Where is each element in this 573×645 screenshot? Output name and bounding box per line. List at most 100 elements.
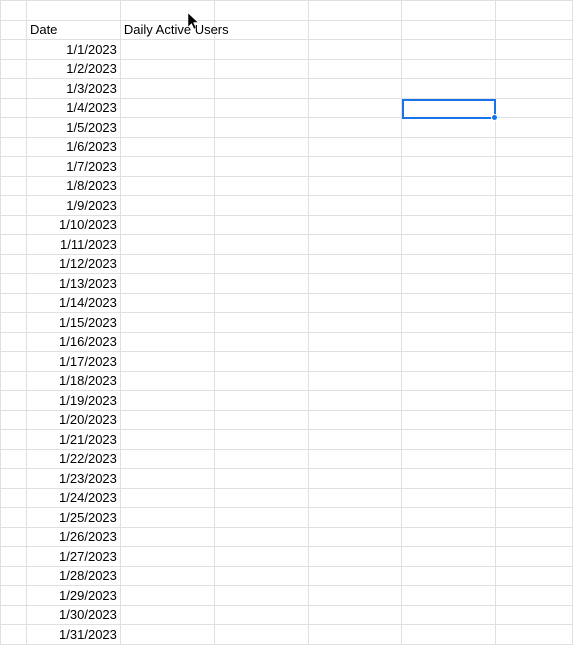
- cell[interactable]: [1, 391, 27, 411]
- cell[interactable]: [496, 137, 573, 157]
- cell[interactable]: [308, 508, 402, 528]
- cell[interactable]: [496, 508, 573, 528]
- cell[interactable]: [496, 293, 573, 313]
- cell[interactable]: [1, 625, 27, 645]
- cell[interactable]: [214, 157, 308, 177]
- cell[interactable]: [402, 410, 496, 430]
- date-cell[interactable]: 1/23/2023: [26, 469, 120, 489]
- cell[interactable]: [1, 313, 27, 333]
- cell[interactable]: [120, 332, 214, 352]
- cell[interactable]: [402, 391, 496, 411]
- header-daily-active-users[interactable]: Daily Active Users: [120, 20, 214, 40]
- cell[interactable]: [496, 20, 573, 40]
- cell[interactable]: [308, 157, 402, 177]
- cell[interactable]: [214, 469, 308, 489]
- date-cell[interactable]: 1/29/2023: [26, 586, 120, 606]
- cell[interactable]: [308, 352, 402, 372]
- cell[interactable]: [308, 40, 402, 60]
- cell[interactable]: [496, 157, 573, 177]
- cell[interactable]: [214, 566, 308, 586]
- cell[interactable]: [496, 118, 573, 138]
- cell[interactable]: [120, 40, 214, 60]
- cell[interactable]: [402, 254, 496, 274]
- cell[interactable]: [402, 449, 496, 469]
- cell[interactable]: [402, 20, 496, 40]
- cell[interactable]: [402, 40, 496, 60]
- cell[interactable]: [308, 586, 402, 606]
- cell[interactable]: [402, 176, 496, 196]
- cell[interactable]: [120, 625, 214, 645]
- cell[interactable]: [402, 118, 496, 138]
- cell[interactable]: [1, 274, 27, 294]
- cell[interactable]: [214, 254, 308, 274]
- cell[interactable]: [1, 215, 27, 235]
- cell[interactable]: [496, 332, 573, 352]
- cell[interactable]: [214, 293, 308, 313]
- cell[interactable]: [120, 235, 214, 255]
- cell[interactable]: [308, 625, 402, 645]
- cell[interactable]: [214, 118, 308, 138]
- cell[interactable]: [120, 469, 214, 489]
- cell[interactable]: [402, 469, 496, 489]
- cell[interactable]: [308, 274, 402, 294]
- date-cell[interactable]: 1/30/2023: [26, 605, 120, 625]
- cell[interactable]: [496, 352, 573, 372]
- cell[interactable]: [496, 40, 573, 60]
- cell[interactable]: [214, 176, 308, 196]
- cell[interactable]: [1, 469, 27, 489]
- cell[interactable]: [1, 430, 27, 450]
- cell[interactable]: [214, 79, 308, 99]
- cell[interactable]: [120, 547, 214, 567]
- cell[interactable]: [402, 625, 496, 645]
- cell[interactable]: [308, 371, 402, 391]
- cell[interactable]: [214, 235, 308, 255]
- date-cell[interactable]: 1/10/2023: [26, 215, 120, 235]
- cell[interactable]: [214, 625, 308, 645]
- date-cell[interactable]: 1/3/2023: [26, 79, 120, 99]
- cell[interactable]: [308, 20, 402, 40]
- cell[interactable]: [308, 449, 402, 469]
- date-cell[interactable]: 1/28/2023: [26, 566, 120, 586]
- date-cell[interactable]: 1/13/2023: [26, 274, 120, 294]
- date-cell[interactable]: 1/11/2023: [26, 235, 120, 255]
- cell[interactable]: [496, 547, 573, 567]
- cell[interactable]: [308, 469, 402, 489]
- cell[interactable]: [26, 1, 120, 21]
- cell[interactable]: [308, 137, 402, 157]
- cell[interactable]: [402, 488, 496, 508]
- cell[interactable]: [120, 196, 214, 216]
- cell[interactable]: [402, 196, 496, 216]
- cell[interactable]: [214, 40, 308, 60]
- cell[interactable]: [308, 176, 402, 196]
- date-cell[interactable]: 1/6/2023: [26, 137, 120, 157]
- cell[interactable]: [402, 605, 496, 625]
- cell[interactable]: [402, 157, 496, 177]
- cell[interactable]: [496, 79, 573, 99]
- cell[interactable]: [496, 371, 573, 391]
- cell[interactable]: [308, 196, 402, 216]
- cell[interactable]: [1, 40, 27, 60]
- cell[interactable]: [120, 430, 214, 450]
- cell[interactable]: [214, 137, 308, 157]
- date-cell[interactable]: 1/22/2023: [26, 449, 120, 469]
- cell[interactable]: [1, 118, 27, 138]
- cell[interactable]: [1, 196, 27, 216]
- cell[interactable]: [1, 79, 27, 99]
- cell[interactable]: [120, 527, 214, 547]
- cell[interactable]: [120, 566, 214, 586]
- cell[interactable]: [214, 488, 308, 508]
- cell[interactable]: [496, 586, 573, 606]
- cell[interactable]: [1, 488, 27, 508]
- cell[interactable]: [1, 59, 27, 79]
- date-cell[interactable]: 1/17/2023: [26, 352, 120, 372]
- cell[interactable]: [1, 20, 27, 40]
- cell[interactable]: [120, 488, 214, 508]
- date-cell[interactable]: 1/12/2023: [26, 254, 120, 274]
- date-cell[interactable]: 1/25/2023: [26, 508, 120, 528]
- cell[interactable]: [496, 605, 573, 625]
- date-cell[interactable]: 1/1/2023: [26, 40, 120, 60]
- date-cell[interactable]: 1/7/2023: [26, 157, 120, 177]
- cell[interactable]: [214, 352, 308, 372]
- cell[interactable]: [120, 118, 214, 138]
- cell[interactable]: [214, 430, 308, 450]
